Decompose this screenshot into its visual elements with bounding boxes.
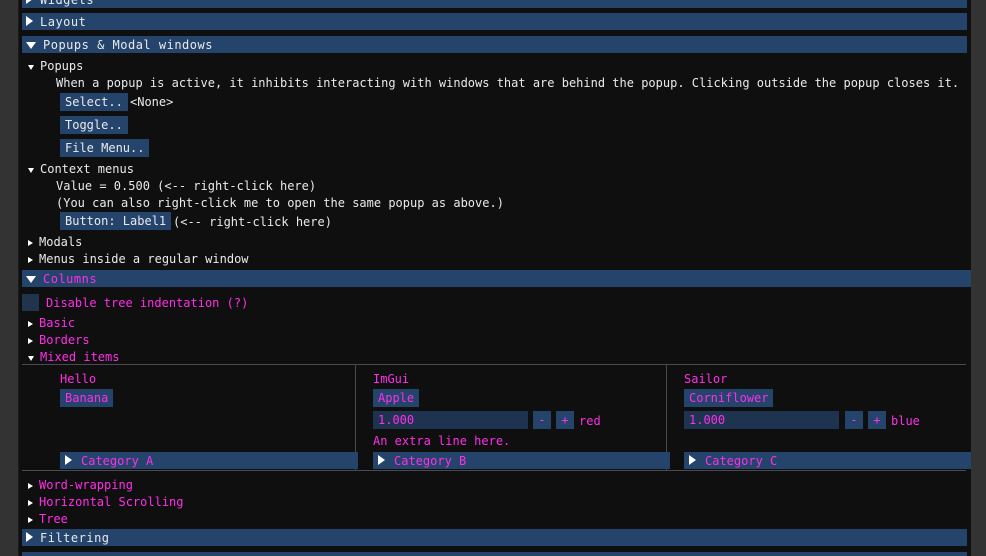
tree-node-tree-label: Tree xyxy=(39,512,68,526)
column-3-value-input[interactable]: 1.000 xyxy=(684,411,839,429)
tree-node-tree[interactable]: Tree xyxy=(28,511,68,527)
column-1-title: Hello xyxy=(60,372,97,386)
tree-node-horizontal-scrolling[interactable]: Horizontal Scrolling xyxy=(28,494,184,510)
collapsing-header-widgets[interactable]: Widgets xyxy=(22,0,967,8)
column-2-title: ImGui xyxy=(373,372,410,386)
tree-node-popups-label: Popups xyxy=(40,59,84,73)
triangle-down-icon xyxy=(26,39,36,51)
tree-node-borders[interactable]: Borders xyxy=(28,332,90,348)
context-value-line[interactable]: Value = 0.500 (<-- right-click here) xyxy=(56,178,316,194)
collapsing-header-widgets-label: Widgets xyxy=(40,0,94,6)
collapsing-header-popups-modal-label: Popups & Modal windows xyxy=(43,37,213,52)
context-hint-line[interactable]: (You can also right-click me to open the… xyxy=(56,195,504,211)
column-2-extra-line: An extra line here. xyxy=(373,434,511,448)
checkbox-disable-tree-indentation[interactable] xyxy=(22,294,39,311)
tree-node-context-menus[interactable]: Context menus xyxy=(28,161,134,177)
column-3-decrement-button[interactable]: - xyxy=(845,411,863,429)
column-3-increment-button[interactable]: + xyxy=(868,411,886,429)
triangle-right-icon xyxy=(65,454,72,467)
tree-node-modals[interactable]: Modals xyxy=(28,234,82,250)
triangle-right-icon xyxy=(28,253,33,265)
desktop-background-right xyxy=(971,0,986,556)
file-menu-button[interactable]: File Menu.. xyxy=(60,139,150,157)
collapsing-header-columns-label: Columns xyxy=(43,271,98,286)
columns-bottom-border xyxy=(22,470,966,471)
collapsing-header-popups-modal[interactable]: Popups & Modal windows xyxy=(22,36,967,53)
collapsing-header-filtering[interactable]: Filtering xyxy=(22,529,967,546)
label1-button[interactable]: Button: Label1 xyxy=(60,212,172,230)
column-3-value-suffix: blue xyxy=(891,414,920,428)
column-2-category-label: Category B xyxy=(394,453,467,468)
column-3-category-label: Category C xyxy=(705,453,778,468)
column-2-button[interactable]: Apple xyxy=(373,389,420,407)
checkbox-disable-tree-indentation-label: Disable tree indentation (?) xyxy=(46,296,249,310)
column-1-button[interactable]: Banana xyxy=(60,389,114,407)
collapsing-header-layout-label: Layout xyxy=(40,14,87,29)
collapsing-header-next-clipped[interactable] xyxy=(22,552,967,556)
desktop-background-left xyxy=(0,0,18,556)
popups-description: When a popup is active, it inhibits inte… xyxy=(56,76,960,90)
tree-node-borders-label: Borders xyxy=(39,333,90,347)
triangle-down-icon xyxy=(28,60,34,72)
tree-node-basic-label: Basic xyxy=(39,316,76,330)
columns-top-border xyxy=(22,364,966,365)
collapsing-header-columns[interactable]: Columns xyxy=(22,270,971,287)
triangle-right-icon xyxy=(689,454,696,467)
triangle-right-icon xyxy=(28,236,33,248)
column-2-value-input[interactable]: 1.000 xyxy=(373,411,528,429)
triangle-right-icon xyxy=(28,496,33,508)
triangle-down-icon xyxy=(28,163,34,175)
collapsing-header-filtering-label: Filtering xyxy=(40,530,110,545)
tree-node-horizontal-scrolling-label: Horizontal Scrolling xyxy=(39,495,184,509)
tree-node-word-wrapping-label: Word-wrapping xyxy=(39,478,133,492)
select-value: <None> xyxy=(130,95,174,109)
triangle-right-icon xyxy=(26,0,33,6)
toggle-button[interactable]: Toggle.. xyxy=(60,116,128,134)
triangle-right-icon xyxy=(28,317,33,329)
triangle-down-icon xyxy=(26,273,36,285)
column-1-category-header[interactable]: Category A xyxy=(60,452,358,469)
screen-root: Widgets Layout Popups & Modal windows Po… xyxy=(0,0,986,556)
tree-node-mixed-items[interactable]: Mixed items xyxy=(28,349,119,365)
triangle-right-icon xyxy=(28,334,33,346)
triangle-right-icon xyxy=(26,531,33,544)
triangle-down-icon xyxy=(28,351,34,363)
column-3-title: Sailor xyxy=(684,372,728,386)
column-3-category-header[interactable]: Category C xyxy=(684,452,971,469)
imgui-demo-window: Widgets Layout Popups & Modal windows Po… xyxy=(18,0,971,556)
column-2-decrement-button[interactable]: - xyxy=(533,411,551,429)
select-button[interactable]: Select.. xyxy=(60,93,128,111)
triangle-right-icon xyxy=(28,513,33,525)
tree-node-context-menus-label: Context menus xyxy=(40,162,134,176)
triangle-right-icon xyxy=(378,454,385,467)
column-1-category-label: Category A xyxy=(81,453,154,468)
tree-node-modals-label: Modals xyxy=(39,235,83,249)
window-left-edge xyxy=(18,0,19,556)
column-2-category-header[interactable]: Category B xyxy=(373,452,670,469)
label1-button-hint: (<-- right-click here) xyxy=(173,215,332,229)
tree-node-basic[interactable]: Basic xyxy=(28,315,75,331)
tree-node-popups[interactable]: Popups xyxy=(28,58,83,74)
triangle-right-icon xyxy=(26,15,33,28)
tree-node-mixed-items-label: Mixed items xyxy=(40,350,120,364)
tree-node-word-wrapping[interactable]: Word-wrapping xyxy=(28,477,133,493)
tree-node-menus-inside-window[interactable]: Menus inside a regular window xyxy=(28,251,249,267)
column-2-value-suffix: red xyxy=(579,414,601,428)
triangle-right-icon xyxy=(28,479,33,491)
tree-node-menus-inside-window-label: Menus inside a regular window xyxy=(39,252,249,266)
column-3-button[interactable]: Corniflower xyxy=(684,389,774,407)
collapsing-header-layout[interactable]: Layout xyxy=(22,13,967,30)
column-2-increment-button[interactable]: + xyxy=(556,411,574,429)
